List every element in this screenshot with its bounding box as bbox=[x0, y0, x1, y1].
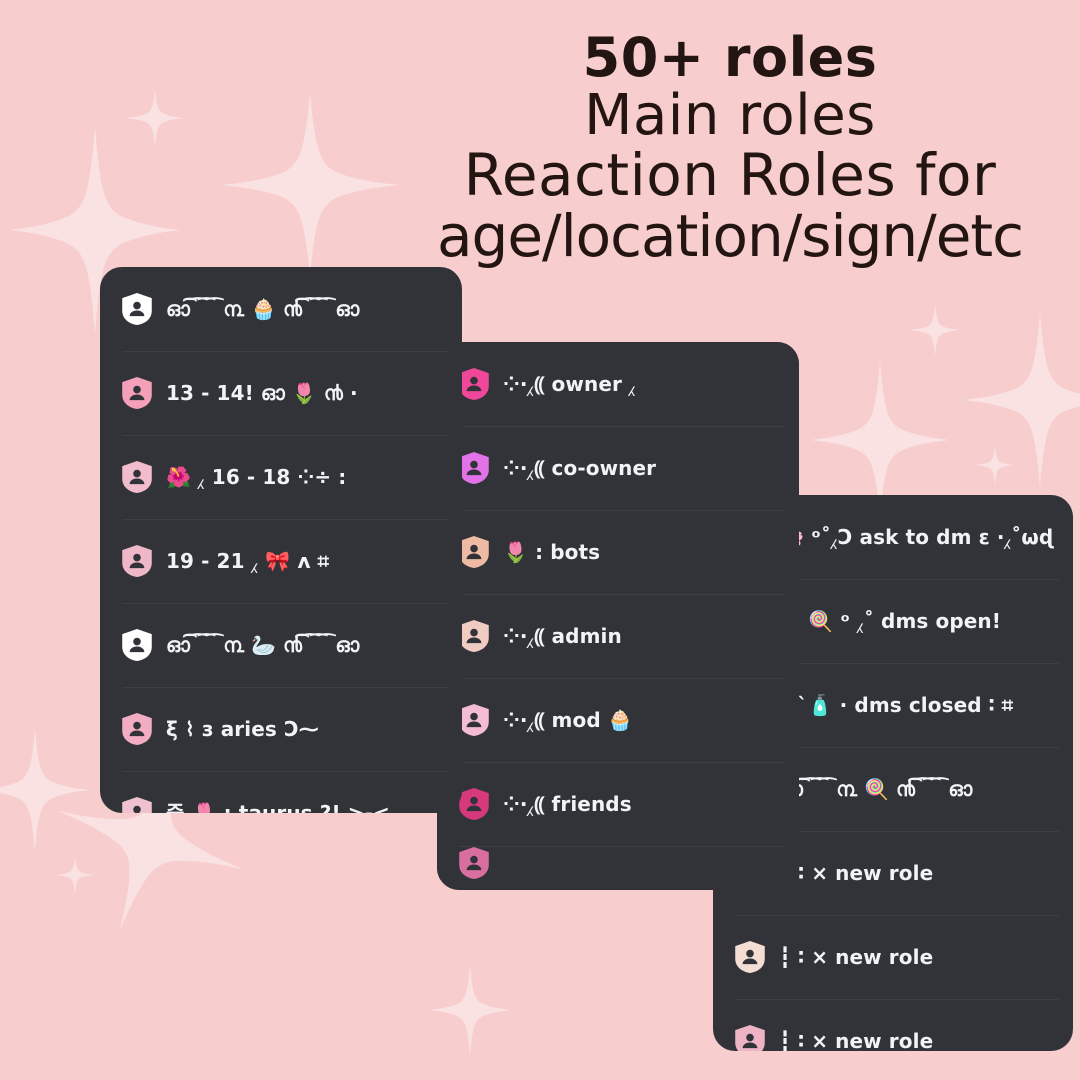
role-label: ┇ ∶ × new role bbox=[779, 945, 934, 969]
role-row[interactable]: 13 - 14! ഓ 🌷 ൯ · bbox=[100, 351, 462, 435]
headline: 50+ roles Main roles Reaction Roles for … bbox=[400, 30, 1060, 267]
role-label: 🌷 : bots bbox=[503, 540, 601, 564]
role-shield-icon bbox=[122, 545, 152, 577]
role-label: ┇ ∶ × new role bbox=[779, 1029, 934, 1051]
sparkle-icon bbox=[962, 312, 1080, 488]
role-row[interactable]: ┇ ∶ × new role bbox=[713, 999, 1073, 1051]
role-label: 🌸 ᵒ˚⁁Ɔ ask to dm ε ·⁁˚ωɖ bbox=[779, 525, 1054, 549]
role-row[interactable]: ഓ͡⁀͡⁀൩ 🦢 ൯͡⁀͡⁀ഓ bbox=[100, 603, 462, 687]
main-staff-roles-panel: ⁘·⁁⸨ owner ⁁ ⁘·⁁⸨ co-owner 🌷 : bots ⁘·⁁⸨ ad… bbox=[437, 342, 799, 890]
role-label: ⁘·⁁⸨ owner ⁁ bbox=[503, 372, 636, 396]
role-label: ⁘·⁁⸨ co-owner bbox=[503, 456, 657, 480]
role-label: ⁘·⁁⸨ mod 🧁 bbox=[503, 708, 633, 732]
role-row[interactable]: ഓ͡⁀͡⁀൩ 🧁 ൯͡⁀͡⁀ഓ bbox=[100, 267, 462, 351]
headline-line-1: 50+ roles bbox=[582, 26, 878, 89]
role-row[interactable]: ⁘·⁁⸨ mod 🧁 bbox=[437, 678, 799, 762]
sparkle-icon bbox=[220, 91, 400, 278]
role-row[interactable]: ┇ ∶ × new role bbox=[713, 915, 1073, 999]
headline-line-4: age/location/sign/etc bbox=[436, 202, 1024, 271]
role-shield-icon bbox=[459, 847, 489, 879]
role-row[interactable]: ⁘·⁁⸨ co-owner bbox=[437, 426, 799, 510]
headline-line-3: Reaction Roles for bbox=[463, 141, 997, 210]
role-row[interactable]: ⁘·⁁⸨ friends bbox=[437, 762, 799, 846]
role-label: 19 - 21 ⁁ 🎀 ʌ ⌗ bbox=[166, 549, 330, 573]
role-shield-icon bbox=[122, 293, 152, 325]
role-shield-icon bbox=[459, 704, 489, 736]
role-label: 중 🌷 : taurus ?! >-< bbox=[166, 801, 390, 813]
role-shield-icon bbox=[459, 620, 489, 652]
role-label: 13 - 14! ഓ 🌷 ൯ · bbox=[166, 381, 358, 405]
sparkle-icon bbox=[125, 88, 185, 148]
role-shield-icon bbox=[459, 368, 489, 400]
role-list: ⁘·⁁⸨ owner ⁁ ⁘·⁁⸨ co-owner 🌷 : bots ⁘·⁁⸨ ad… bbox=[437, 342, 799, 880]
role-shield-icon bbox=[459, 788, 489, 820]
role-row-partial[interactable] bbox=[437, 846, 799, 880]
sparkle-icon bbox=[55, 855, 95, 895]
role-shield-icon bbox=[735, 1025, 765, 1051]
role-label: ξ ⌇ з aries Ɔ⁓ bbox=[166, 717, 319, 741]
role-label: ഓ͡⁀͡⁀൩ 🍭 ൯͡⁀͡⁀ഓ bbox=[779, 777, 973, 801]
role-shield-icon bbox=[122, 797, 152, 813]
role-row[interactable]: 중 🌷 : taurus ?! >-< bbox=[100, 771, 462, 813]
role-shield-icon bbox=[459, 452, 489, 484]
role-label: ⁘·⁁⸨ admin bbox=[503, 624, 622, 648]
sparkle-icon bbox=[909, 303, 961, 357]
role-shield-icon bbox=[122, 377, 152, 409]
role-shield-icon bbox=[122, 713, 152, 745]
sparkle-icon bbox=[975, 444, 1015, 486]
role-row[interactable]: 🌷 : bots bbox=[437, 510, 799, 594]
age-and-sign-roles-panel: ഓ͡⁀͡⁀൩ 🧁 ൯͡⁀͡⁀ഓ 13 - 14! ഓ 🌷 ൯ · 🌺 ⁁ 16 - … bbox=[100, 267, 462, 813]
role-label: 🌺 ⁁ 16 - 18 ⁘÷ : bbox=[166, 465, 347, 489]
role-label: ⁘·⁁⸨ friends bbox=[503, 792, 632, 816]
sparkle-icon bbox=[428, 964, 512, 1056]
role-row[interactable]: ⁘·⁁⸨ owner ⁁ bbox=[437, 342, 799, 426]
role-row[interactable]: ⁘·⁁⸨ admin bbox=[437, 594, 799, 678]
role-label: ഓ͡⁀͡⁀൩ 🦢 ൯͡⁀͡⁀ഓ bbox=[166, 633, 360, 657]
role-row[interactable]: ξ ⌇ з aries Ɔ⁓ bbox=[100, 687, 462, 771]
role-label: ┇ ∶ × new role bbox=[779, 861, 934, 885]
role-label: ഓ͡⁀͡⁀൩ 🧁 ൯͡⁀͡⁀ഓ bbox=[166, 297, 360, 321]
role-list: ഓ͡⁀͡⁀൩ 🧁 ൯͡⁀͡⁀ഓ 13 - 14! ഓ 🌷 ൯ · 🌺 ⁁ 16 - … bbox=[100, 267, 462, 813]
role-label: · | 🍭 ᵒ ⁁˚ dms open! bbox=[779, 609, 1001, 633]
role-label: -ˊˋ🧴 · dms closed ∶ ⌗ bbox=[779, 693, 1014, 717]
headline-line-2: Main roles bbox=[584, 83, 876, 149]
role-row[interactable]: 19 - 21 ⁁ 🎀 ʌ ⌗ bbox=[100, 519, 462, 603]
role-shield-icon bbox=[459, 536, 489, 568]
role-shield-icon bbox=[735, 941, 765, 973]
role-shield-icon bbox=[122, 461, 152, 493]
role-shield-icon bbox=[122, 629, 152, 661]
role-row[interactable]: 🌺 ⁁ 16 - 18 ⁘÷ : bbox=[100, 435, 462, 519]
sparkle-icon bbox=[0, 728, 90, 852]
